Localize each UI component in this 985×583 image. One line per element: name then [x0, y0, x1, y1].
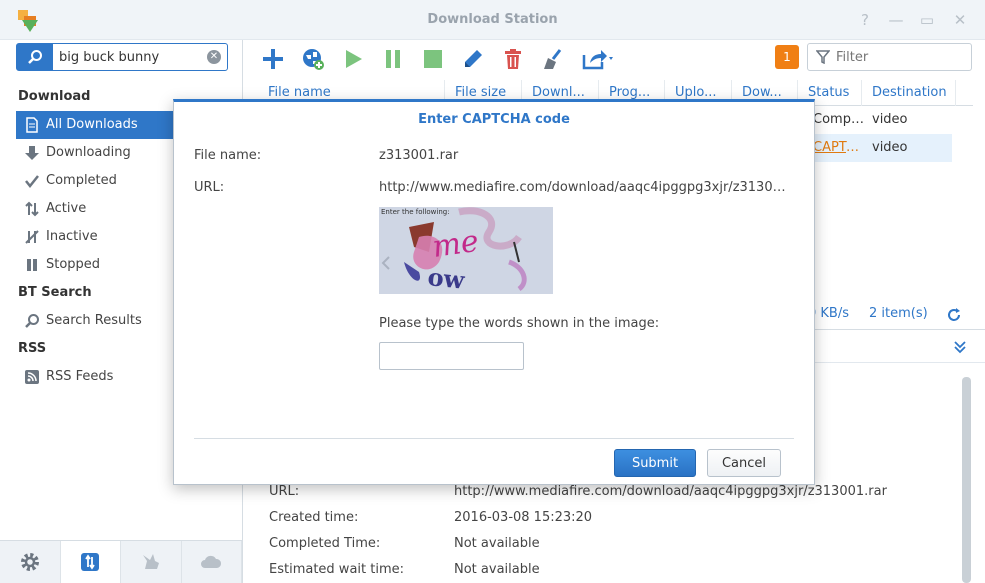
item-count: 2 item(s): [869, 306, 928, 321]
clear-search-icon[interactable]: ✕: [207, 50, 221, 64]
add-download-button[interactable]: [259, 45, 287, 73]
cloud-button[interactable]: [182, 541, 242, 583]
resume-button[interactable]: [339, 45, 367, 73]
captcha-input[interactable]: [379, 342, 524, 370]
pause-icon: [386, 50, 400, 68]
detail-label: URL:: [269, 484, 300, 499]
details-scrollbar[interactable]: [962, 377, 971, 583]
detail-value: Not available: [454, 562, 540, 577]
sidebar-item-label: Inactive: [46, 229, 98, 244]
clear-completed-button[interactable]: [539, 45, 567, 73]
settings-button[interactable]: [0, 541, 61, 583]
up-down-arrows-icon: [25, 201, 39, 217]
gear-icon: [20, 553, 39, 571]
detail-value: 2016-03-08 15:23:20: [454, 510, 593, 525]
file-name-label: File name:: [194, 148, 262, 163]
maximize-icon[interactable]: ▭: [917, 10, 937, 30]
row-destination: video: [872, 140, 908, 155]
transfer-icon: [81, 553, 100, 571]
document-icon: [26, 117, 38, 133]
dialog-divider: [194, 438, 794, 439]
stop-icon: [424, 50, 442, 68]
pause-icon: [27, 259, 37, 271]
cancel-button[interactable]: Cancel: [707, 449, 781, 477]
inactive-arrows-icon: [25, 230, 39, 244]
filter-icon: [816, 50, 830, 64]
title-bar: Download Station ? — ▭ ✕: [0, 0, 985, 40]
captcha-distortion-graphic: me ow: [381, 207, 527, 294]
minimize-icon[interactable]: —: [886, 10, 906, 30]
sidebar-bottom-bar: [0, 540, 242, 583]
filter-input[interactable]: [836, 48, 966, 66]
file-name-value: z313001.rar: [379, 148, 459, 163]
row-destination: video: [872, 112, 908, 127]
window-title: Download Station: [427, 12, 558, 27]
dialog-title: Enter CAPTCHA code: [418, 112, 570, 127]
url-value: http://www.mediafire.com/download/aaqc4i…: [379, 180, 789, 195]
sidebar-item-label: Stopped: [46, 257, 101, 272]
search-icon: [28, 50, 42, 64]
captcha-image: Enter the following: me ow: [379, 207, 553, 294]
sidebar-item-label: RSS Feeds: [46, 369, 114, 384]
arrow-down-icon: [25, 146, 39, 160]
detail-label: Completed Time:: [269, 536, 381, 551]
detail-label: Estimated wait time:: [269, 562, 404, 577]
sidebar-search-box: ✕: [16, 43, 228, 71]
transfer-button[interactable]: [60, 541, 121, 583]
captcha-dialog: Enter CAPTCHA code File name: z313001.ra…: [173, 99, 815, 485]
sidebar-item-label: Active: [46, 201, 87, 216]
play-icon: [346, 50, 362, 68]
edit-button[interactable]: [459, 45, 487, 73]
emule-button[interactable]: [121, 541, 182, 583]
search-input[interactable]: [59, 47, 204, 67]
pencil-icon: [465, 50, 482, 67]
share-icon: [582, 50, 613, 70]
svg-text:me: me: [430, 224, 481, 265]
help-icon[interactable]: ?: [855, 10, 875, 30]
section-bt-search: BT Search: [18, 285, 92, 300]
submit-button[interactable]: Submit: [614, 449, 696, 477]
close-icon[interactable]: ✕: [950, 10, 970, 30]
filter-box: [807, 43, 972, 71]
double-chevron-down-icon[interactable]: [952, 339, 968, 355]
detail-value: Not available: [454, 536, 540, 551]
checkmark-icon: [25, 175, 39, 189]
rss-icon: [25, 370, 39, 384]
sidebar-item-label: All Downloads: [46, 117, 138, 132]
add-url-button[interactable]: [299, 45, 327, 73]
notification-badge[interactable]: 1: [775, 45, 799, 69]
captcha-prompt: Please type the words shown in the image…: [379, 316, 660, 331]
detail-label: Created time:: [269, 510, 359, 525]
magnifier-icon: [25, 314, 39, 328]
section-rss: RSS: [18, 341, 47, 356]
detail-value: http://www.mediafire.com/download/aaqc4i…: [454, 484, 887, 499]
stop-button[interactable]: [419, 45, 447, 73]
pause-button[interactable]: [379, 45, 407, 73]
search-button[interactable]: [17, 44, 53, 70]
svg-text:ow: ow: [426, 262, 467, 294]
column-destination[interactable]: Destination: [862, 80, 956, 106]
globe-add-icon: [303, 49, 324, 70]
donkey-icon: [142, 554, 159, 569]
delete-button[interactable]: [499, 45, 527, 73]
refresh-icon[interactable]: [946, 307, 962, 323]
share-menu-button[interactable]: [581, 45, 615, 73]
plus-icon: [263, 49, 283, 69]
cloud-icon: [201, 555, 222, 568]
sidebar-item-label: Search Results: [46, 313, 142, 328]
broom-icon: [544, 49, 562, 69]
sidebar-item-label: Downloading: [46, 145, 131, 160]
url-label: URL:: [194, 180, 225, 195]
trash-icon: [505, 49, 521, 69]
sidebar-item-label: Completed: [46, 173, 117, 188]
section-download: Download: [18, 89, 91, 104]
